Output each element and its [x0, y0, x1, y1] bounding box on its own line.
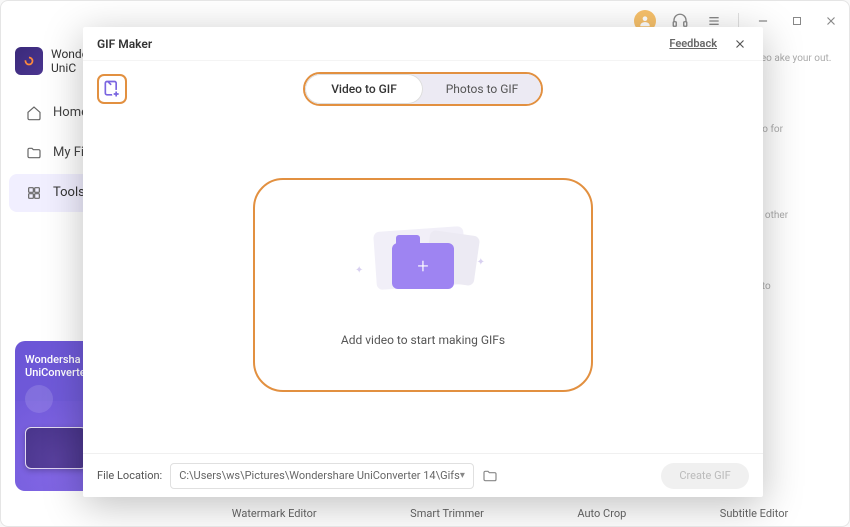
maximize-button[interactable] — [787, 11, 807, 31]
modal-header: GIF Maker Feedback — [83, 27, 763, 61]
brand-logo-icon — [15, 47, 43, 75]
file-location-label: File Location: — [97, 469, 162, 482]
modal-title: GIF Maker — [97, 37, 152, 51]
gif-tabs: Video to GIF Photos to GIF — [303, 72, 543, 106]
tool-row: Watermark Editor Smart Trimmer Auto Crop… — [185, 501, 835, 526]
tool-link[interactable]: Subtitle Editor — [720, 507, 788, 520]
chevron-down-icon: ▾ — [460, 470, 465, 481]
create-gif-button[interactable]: Create GIF — [661, 463, 749, 489]
file-location-input[interactable]: C:\Users\ws\Pictures\Wondershare UniConv… — [170, 463, 474, 489]
nav-label: Tools — [53, 185, 85, 200]
tool-link[interactable]: Watermark Editor — [232, 507, 317, 520]
add-file-button[interactable] — [97, 74, 127, 104]
modal-footer: File Location: C:\Users\ws\Pictures\Wond… — [83, 453, 763, 497]
feedback-link[interactable]: Feedback — [669, 37, 717, 50]
home-icon — [25, 104, 43, 122]
file-location-value: C:\Users\ws\Pictures\Wondershare UniConv… — [179, 469, 460, 482]
drop-illustration: + ✦ ✦ — [363, 223, 483, 303]
close-button[interactable] — [821, 11, 841, 31]
modal-toolbar: Video to GIF Photos to GIF — [83, 61, 763, 117]
gif-maker-modal: GIF Maker Feedback Video to GIF Photos t… — [83, 27, 763, 497]
drop-text: Add video to start making GIFs — [341, 333, 505, 347]
tool-link[interactable]: Auto Crop — [577, 507, 626, 520]
modal-body: + ✦ ✦ Add video to start making GIFs — [83, 117, 763, 453]
modal-close-button[interactable] — [731, 35, 749, 53]
tools-icon — [25, 184, 43, 202]
folder-plus-icon: + — [392, 243, 454, 289]
tab-video-to-gif[interactable]: Video to GIF — [305, 74, 423, 104]
drop-zone[interactable]: + ✦ ✦ Add video to start making GIFs — [253, 178, 593, 392]
folder-icon — [25, 144, 43, 162]
tool-link[interactable]: Smart Trimmer — [410, 507, 484, 520]
tab-photos-to-gif[interactable]: Photos to GIF — [423, 74, 541, 104]
app-window: Wonde UniC Home My Fil Tools — [0, 0, 850, 527]
open-folder-button[interactable] — [482, 468, 498, 484]
